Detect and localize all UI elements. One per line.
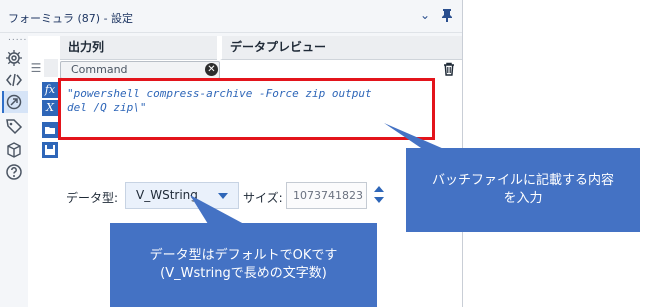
callout-expression-note: バッチファイルに記載する内容 を入力 (384, 123, 640, 232)
output-column-field[interactable]: Command ✕ (60, 61, 220, 79)
panel-dots: ..... (8, 33, 28, 43)
titlebar: フォーミュラ (87) - 設定 ⌄ (0, 0, 462, 33)
output-column-label: 出力列 (68, 40, 105, 54)
size-stepper[interactable] (371, 182, 387, 207)
chevron-down-icon[interactable]: ⌄ (417, 7, 433, 23)
variable-icon[interactable]: X (42, 100, 58, 116)
callout-expression-line-2: を入力 (503, 191, 543, 206)
size-value: 1073741823 (293, 189, 363, 202)
callout-pointer (384, 123, 444, 150)
left-toolbar (0, 44, 28, 307)
stepper-up-icon[interactable] (374, 186, 384, 192)
callout-datatype-line-1: データ型はデフォルトでOKです (149, 248, 338, 263)
output-column-header: 出力列 (60, 36, 217, 60)
save-icon[interactable] (42, 142, 58, 158)
callout-datatype-line-2: (V_Wstringで長めの文字数) (160, 266, 327, 281)
callout-expression-line-1: バッチファイルに記載する内容 (431, 173, 614, 188)
datatype-label: データ型: (66, 191, 119, 205)
close-icon[interactable]: ✕ (205, 63, 218, 76)
settings-icon[interactable] (5, 49, 23, 67)
expression-editor[interactable]: "powershell compress-archive -Force zip … (58, 78, 435, 140)
connect-icon[interactable] (5, 93, 23, 111)
expression-line-1: "powershell compress-archive -Force zip … (67, 87, 372, 100)
pin-icon[interactable] (439, 7, 455, 23)
row-gutter (44, 59, 58, 77)
tag-icon[interactable] (5, 117, 23, 135)
cube-icon[interactable] (5, 141, 23, 159)
code-icon[interactable] (5, 71, 23, 89)
stepper-down-icon[interactable] (374, 197, 384, 203)
window-title: フォーミュラ (87) - 設定 (8, 12, 134, 25)
expression-line-2: del /Q zip\" (67, 101, 147, 114)
callout-expression-text: バッチファイルに記載する内容 を入力 (406, 172, 640, 208)
folder-icon[interactable] (42, 122, 58, 138)
callout-datatype-note: データ型はデフォルトでOKです (V_Wstringで長めの文字数) (110, 195, 377, 307)
callout-pointer (190, 195, 244, 224)
preview-column-label: データプレビュー (230, 40, 327, 54)
row-menu-icon[interactable]: ☰ (28, 59, 44, 77)
expression-text: "powershell compress-archive -Force zip … (67, 87, 372, 115)
function-icon[interactable]: fx (42, 82, 58, 98)
trash-icon[interactable] (441, 61, 457, 77)
callout-datatype-text: データ型はデフォルトでOKです (V_Wstringで長めの文字数) (110, 247, 377, 283)
preview-column-header: データプレビュー (220, 36, 462, 60)
size-input[interactable]: 1073741823 (286, 182, 367, 209)
help-icon[interactable] (5, 163, 23, 181)
output-column-value: Command (71, 63, 128, 76)
